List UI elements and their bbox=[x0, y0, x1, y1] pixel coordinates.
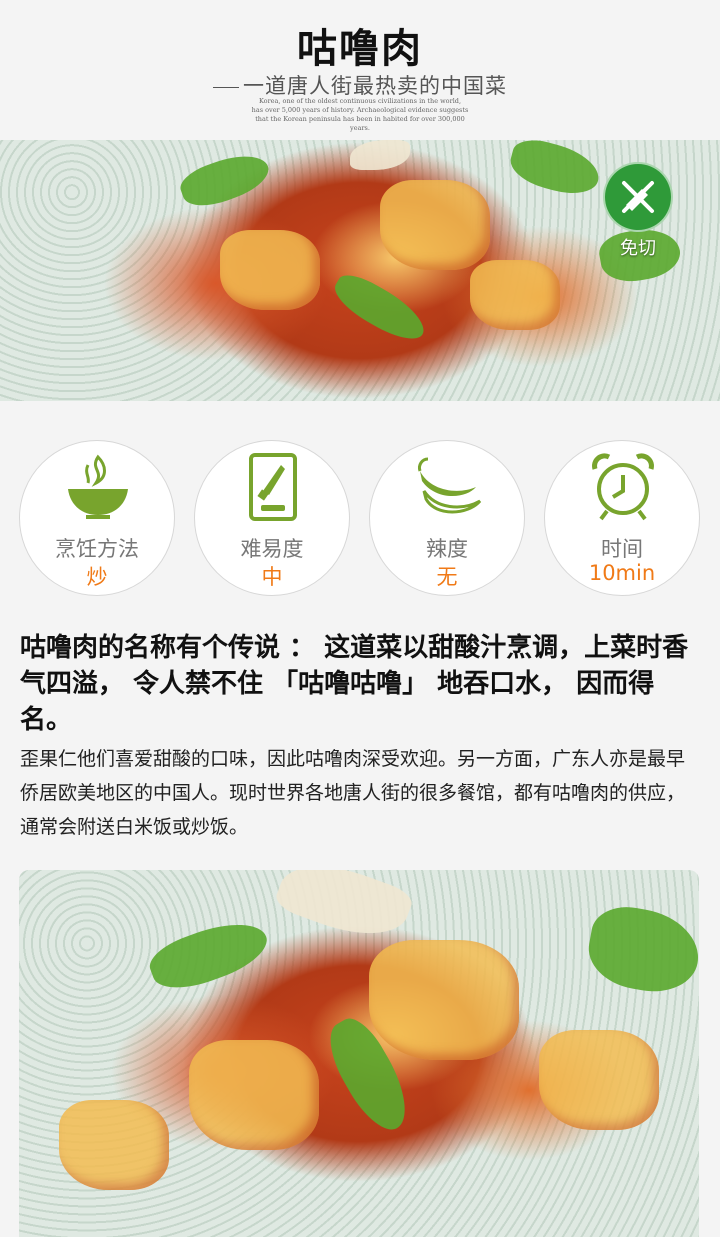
photo-pepper bbox=[582, 901, 699, 999]
description-body: 歪果仁他们喜爱甜酸的口味，因此咕噜肉深受欢迎。另一方面，广东人亦是最早侨居欧美地… bbox=[20, 748, 686, 838]
feature-time: 时间 10min bbox=[544, 440, 700, 596]
feature-value: 无 bbox=[436, 565, 458, 589]
english-line: Korea, one of the oldest continuous civi… bbox=[258, 97, 462, 105]
description-headline: 咕噜肉的名称有个传说 ： 这道菜以甜酸汁烹调，上菜时香气四溢， 令人禁不住 「咕… bbox=[20, 633, 689, 735]
photo-pineapple bbox=[470, 260, 560, 330]
photo-onion bbox=[350, 140, 410, 170]
feature-spiciness: 辣度 无 bbox=[369, 440, 525, 596]
page-title: 咕噜肉 bbox=[297, 26, 423, 72]
feature-value: 炒 bbox=[86, 565, 108, 589]
description-section: 咕噜肉的名称有个传说 ： 这道菜以甜酸汁烹调，上菜时香气四溢， 令人禁不住 「咕… bbox=[20, 630, 700, 844]
subtitle-text: 一道唐人街最热卖的中国菜 bbox=[243, 74, 507, 98]
photo-pepper bbox=[505, 140, 605, 201]
photo-pineapple bbox=[189, 1040, 319, 1150]
photo-pepper bbox=[327, 267, 433, 349]
feature-label: 烹饪方法 bbox=[55, 537, 139, 561]
no-cut-badge: 免切 bbox=[603, 162, 673, 259]
feature-cooking-method: 烹饪方法 炒 bbox=[19, 440, 175, 596]
badge-label: 免切 bbox=[620, 238, 656, 259]
feature-row: 烹饪方法 炒 难易度 中 辣度 无 时间 10min bbox=[0, 440, 720, 600]
feature-label: 难易度 bbox=[240, 537, 304, 561]
feature-label: 辣度 bbox=[426, 537, 468, 561]
knife-cross-icon bbox=[622, 181, 654, 213]
english-caption: Korea, one of the oldest continuous civi… bbox=[250, 97, 470, 133]
photo-pineapple bbox=[369, 940, 519, 1060]
photo-pineapple bbox=[380, 180, 490, 270]
dish-photo-bottom bbox=[19, 870, 699, 1237]
feature-value: 中 bbox=[261, 565, 283, 589]
cutting-board-knife-icon bbox=[249, 453, 297, 521]
photo-onion bbox=[272, 870, 416, 951]
feature-value: 10min bbox=[588, 561, 656, 585]
english-line: that the Korean peninsula has been in ha… bbox=[255, 115, 465, 132]
feature-difficulty: 难易度 中 bbox=[194, 440, 350, 596]
photo-pineapple bbox=[59, 1100, 169, 1190]
bowl-flame-icon bbox=[68, 454, 128, 519]
photo-pineapple bbox=[220, 230, 320, 310]
badge-circle bbox=[603, 162, 673, 232]
page-subtitle: 一道唐人街最热卖的中国菜 bbox=[0, 70, 720, 100]
english-line: has over 5,000 years of history. Archaeo… bbox=[251, 106, 469, 114]
feature-label: 时间 bbox=[601, 537, 643, 561]
photo-pepper bbox=[175, 145, 275, 215]
chili-pepper-icon bbox=[418, 457, 482, 514]
photo-pineapple bbox=[539, 1030, 659, 1130]
subtitle-dash bbox=[213, 86, 239, 88]
photo-pepper bbox=[144, 910, 274, 1000]
page-header: 咕噜肉 一道唐人街最热卖的中国菜 Korea, one of the oldes… bbox=[0, 0, 720, 140]
alarm-clock-icon bbox=[592, 453, 654, 521]
